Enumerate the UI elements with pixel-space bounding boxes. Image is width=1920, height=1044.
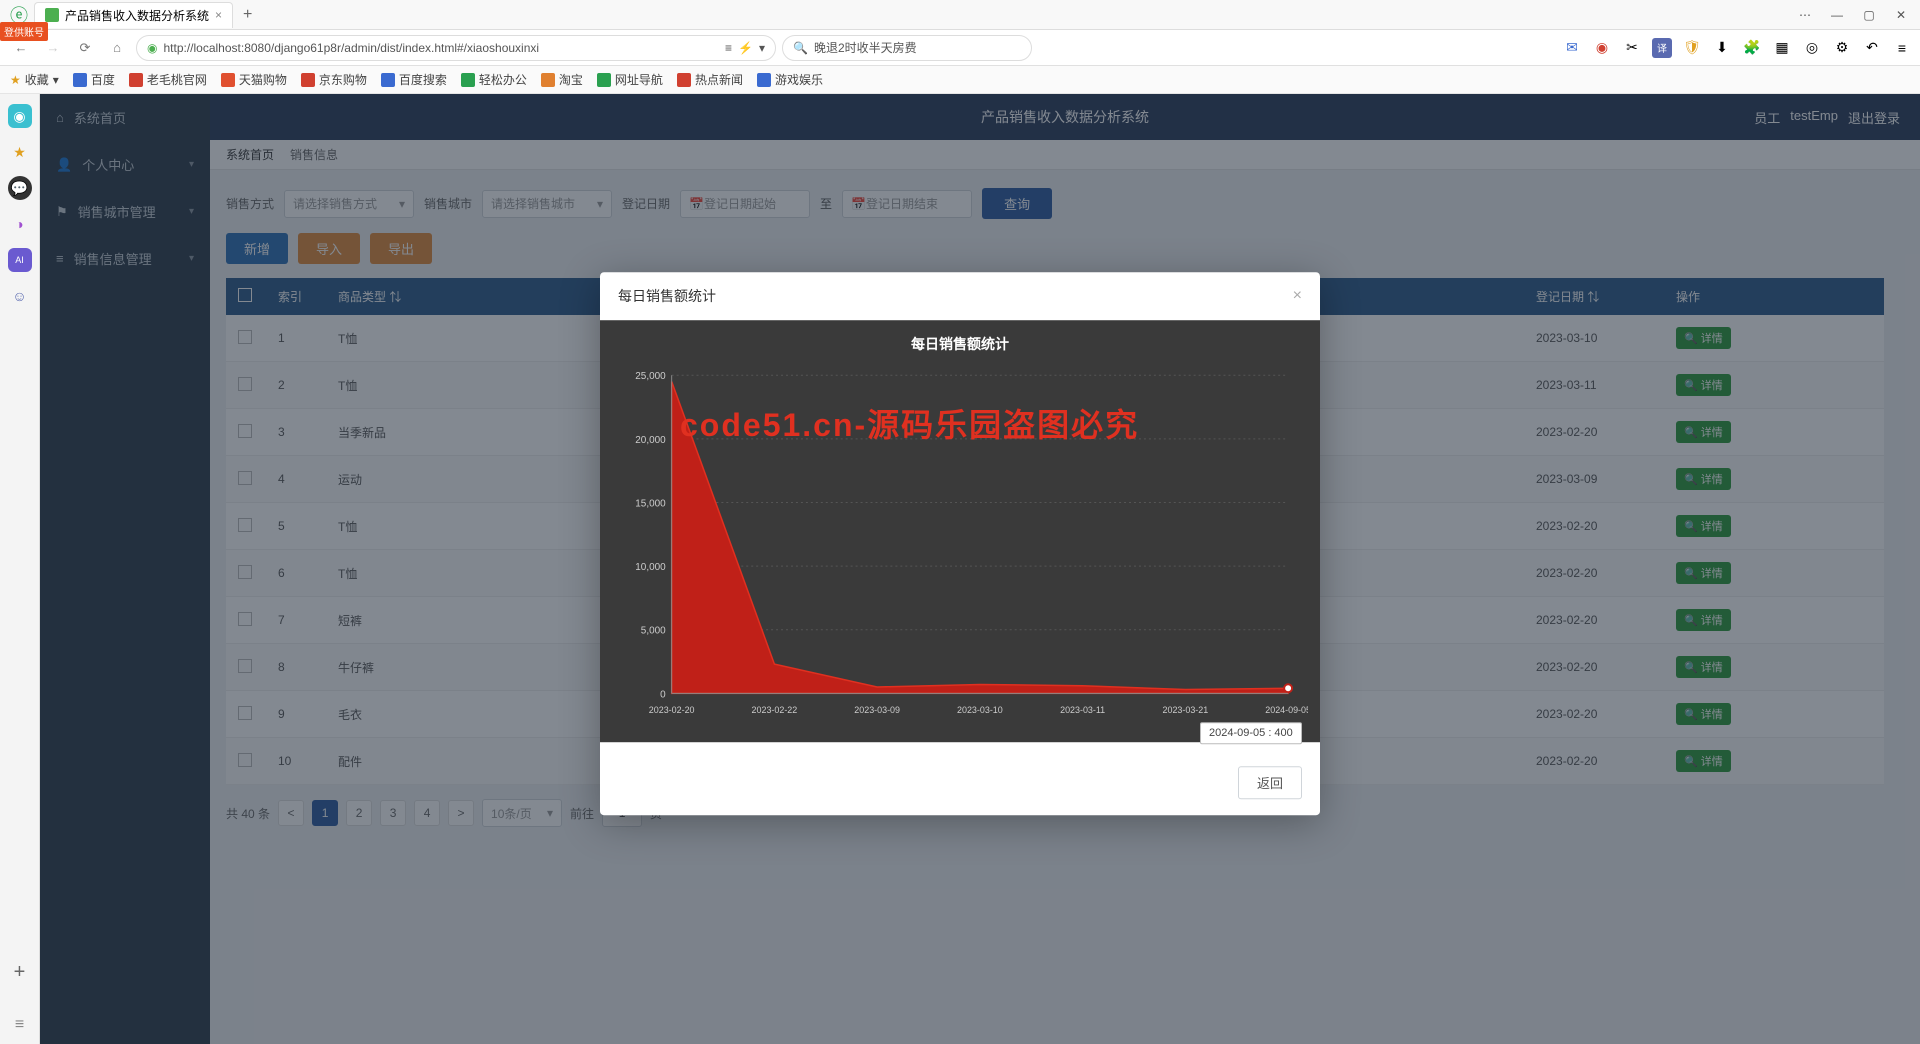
side-add-icon[interactable]: + [14, 961, 26, 984]
svg-text:25,000: 25,000 [635, 371, 666, 382]
browser-tab[interactable]: 产品销售收入数据分析系统 × [34, 2, 233, 28]
security-shield-icon: ◉ [147, 41, 157, 55]
tab-favicon-icon [45, 8, 59, 22]
url-flash-icon: ⚡ [738, 41, 753, 55]
side-menu-icon[interactable]: ≡ [15, 1016, 24, 1034]
bookmark-icon [381, 73, 395, 87]
bookmark-fav[interactable]: ★收藏▾ [10, 71, 59, 88]
side-ai-icon[interactable]: ◑ [8, 212, 32, 236]
window-close-icon[interactable]: ✕ [1886, 4, 1916, 26]
url-menu-icon[interactable]: ≡ [725, 41, 732, 55]
bookmarks-bar: ★收藏▾ 百度 老毛桃官网 天猫购物 京东购物 百度搜索 轻松办公 淘宝 网址导… [0, 66, 1920, 94]
settings-gear-icon[interactable]: ⚙ [1832, 38, 1852, 58]
svg-text:5,000: 5,000 [641, 626, 666, 637]
new-tab-button[interactable]: + [233, 6, 262, 24]
nav-home-icon[interactable]: ⌂ [104, 35, 130, 61]
translate-icon[interactable]: 译 [1652, 38, 1672, 58]
bookmark-icon [129, 73, 143, 87]
modal-back-button[interactable]: 返回 [1238, 766, 1302, 799]
bookmark-item[interactable]: 京东购物 [301, 71, 367, 88]
svg-text:2024-09-05: 2024-09-05 [1265, 705, 1308, 715]
modal-close-icon[interactable]: × [1293, 287, 1302, 305]
svg-text:2023-03-21: 2023-03-21 [1163, 705, 1209, 715]
weibo-icon[interactable]: ◉ [1592, 38, 1612, 58]
browser-search-input[interactable]: 🔍 晚退2时收半天房费 [782, 35, 1032, 61]
browser-titlebar: ⓔ 产品销售收入数据分析系统 × + ⋯ — ▢ ✕ [0, 0, 1920, 30]
svg-text:15,000: 15,000 [635, 498, 666, 509]
scissors-icon[interactable]: ✂ [1622, 38, 1642, 58]
browser-address-bar: ← → ⟳ ⌂ ◉ http://localhost:8080/django61… [0, 30, 1920, 66]
bookmark-icon [677, 73, 691, 87]
shield-icon[interactable]: 🛡 [1682, 38, 1702, 58]
bookmark-item[interactable]: 轻松办公 [461, 71, 527, 88]
bookmark-item[interactable]: 网址导航 [597, 71, 663, 88]
svg-text:0: 0 [660, 689, 666, 700]
bookmark-item[interactable]: 百度搜索 [381, 71, 447, 88]
side-face-icon[interactable]: ☺ [8, 284, 32, 308]
target-icon[interactable]: ◎ [1802, 38, 1822, 58]
bookmark-item[interactable]: 游戏娱乐 [757, 71, 823, 88]
svg-text:2023-02-20: 2023-02-20 [649, 705, 695, 715]
chart-title: 每日销售额统计 [612, 328, 1308, 364]
tab-close-icon[interactable]: × [215, 8, 222, 22]
search-placeholder: 晚退2时收半天房费 [814, 39, 917, 56]
chart-container: 每日销售额统计 0 5,000 10,000 15,000 20,000 25,000 20… [600, 320, 1320, 742]
search-icon: 🔍 [793, 41, 808, 55]
apps-icon[interactable]: ▦ [1772, 38, 1792, 58]
svg-text:2023-03-11: 2023-03-11 [1060, 705, 1105, 715]
bookmark-icon [461, 73, 475, 87]
svg-text:2023-03-10: 2023-03-10 [957, 705, 1003, 715]
bookmark-item[interactable]: 热点新闻 [677, 71, 743, 88]
bookmark-item[interactable]: 百度 [73, 71, 115, 88]
undo-icon[interactable]: ↶ [1862, 38, 1882, 58]
bookmark-item[interactable]: 老毛桃官网 [129, 71, 207, 88]
side-star-icon[interactable]: ★ [8, 140, 32, 164]
window-menu-icon[interactable]: ⋯ [1790, 4, 1820, 26]
url-input[interactable]: ◉ http://localhost:8080/django61p8r/admi… [136, 35, 776, 61]
bookmark-icon [73, 73, 87, 87]
side-chat-icon[interactable]: 💬 [8, 176, 32, 200]
chevron-down-icon: ▾ [53, 73, 59, 87]
chart-tooltip: 2024-09-05 : 400 [1200, 722, 1302, 744]
svg-text:20,000: 20,000 [635, 435, 666, 446]
window-minimize-icon[interactable]: — [1822, 4, 1852, 26]
side-ai2-icon[interactable]: AI [8, 248, 32, 272]
bookmark-item[interactable]: 天猫购物 [221, 71, 287, 88]
download-icon[interactable]: ⬇ [1712, 38, 1732, 58]
side-app-icon[interactable]: ◉ [8, 104, 32, 128]
extensions-icon[interactable]: 🧩 [1742, 38, 1762, 58]
chart-svg: 0 5,000 10,000 15,000 20,000 25,000 2023-02-20… [612, 364, 1308, 724]
svg-text:10,000: 10,000 [635, 562, 666, 573]
svg-text:2023-02-22: 2023-02-22 [752, 705, 798, 715]
tab-title: 产品销售收入数据分析系统 [65, 7, 209, 24]
login-badge: 登供账号 [0, 22, 48, 41]
bookmark-icon [301, 73, 315, 87]
bookmark-item[interactable]: 淘宝 [541, 71, 583, 88]
url-dropdown-icon[interactable]: ▾ [759, 41, 765, 55]
bookmark-icon [221, 73, 235, 87]
svg-text:2023-03-09: 2023-03-09 [854, 705, 900, 715]
url-text: http://localhost:8080/django61p8r/admin/… [163, 41, 539, 55]
modal-title: 每日销售额统计 [618, 286, 716, 306]
bookmark-icon [757, 73, 771, 87]
nav-reload-icon[interactable]: ⟳ [72, 35, 98, 61]
menu-icon[interactable]: ≡ [1892, 38, 1912, 58]
bookmark-icon [597, 73, 611, 87]
star-icon: ★ [10, 73, 21, 87]
window-maximize-icon[interactable]: ▢ [1854, 4, 1884, 26]
bookmark-icon [541, 73, 555, 87]
browser-sidebar: ◉ ★ 💬 ◑ AI ☺ + ≡ [0, 94, 40, 1044]
chart-modal: 每日销售额统计 × 每日销售额统计 0 5,000 10,000 15,000 20,0… [600, 272, 1320, 815]
mail-icon[interactable]: ✉ [1562, 38, 1582, 58]
